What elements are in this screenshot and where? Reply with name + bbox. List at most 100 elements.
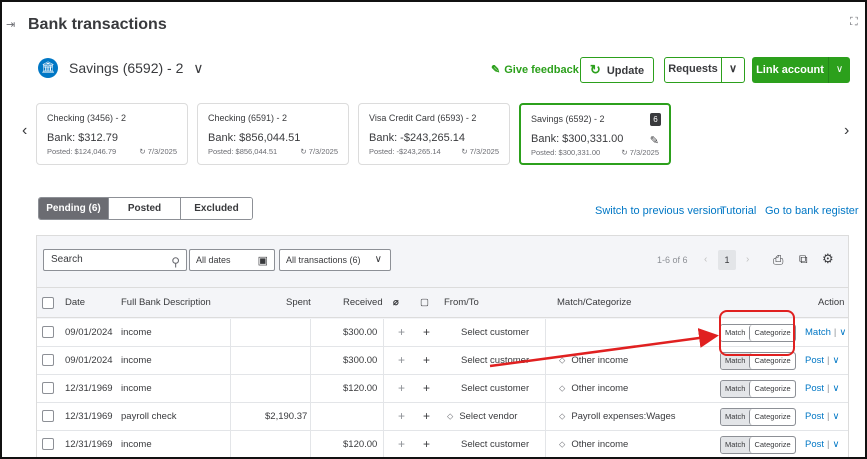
action-button[interactable]: Post <box>805 439 824 450</box>
header-date[interactable]: Date <box>65 297 85 308</box>
update-button[interactable]: ↻ Update <box>580 57 654 83</box>
match-toggle[interactable]: Match <box>721 409 750 425</box>
row-received: $120.00 <box>343 383 378 394</box>
account-selector[interactable]: Savings (6592) - 2 ∨ <box>69 60 204 77</box>
account-card-savings-6592[interactable]: Savings (6592) - 2 6 ✎ Bank: $300,331.00… <box>519 103 671 165</box>
tutorial-link[interactable]: Tutorial <box>720 205 756 217</box>
tab-pending[interactable]: Pending (6) <box>39 198 109 219</box>
card-name: Checking (6591) - 2 <box>208 113 288 123</box>
row-checkbox[interactable] <box>42 382 54 394</box>
row-spent: $2,190.37 <box>265 411 308 422</box>
categorize-toggle[interactable]: Categorize <box>749 437 795 453</box>
header-received[interactable]: Received <box>343 297 383 308</box>
header-description[interactable]: Full Bank Description <box>121 297 211 308</box>
categorize-toggle[interactable]: Categorize <box>749 409 795 425</box>
table-row[interactable]: 12/31/1969 income $120.00 + + Select cus… <box>37 431 848 457</box>
row-category[interactable]: ⬦ Payroll expenses:Wages <box>559 411 676 422</box>
row-from-to[interactable]: Select customer <box>461 439 529 450</box>
chevron-left-icon[interactable]: ‹ <box>22 122 27 140</box>
gear-icon[interactable]: ⚙ <box>822 251 834 267</box>
table-row[interactable]: 12/31/1969 payroll check $2,190.37 + + ⬦… <box>37 403 848 431</box>
row-date: 09/01/2024 <box>65 327 113 338</box>
row-description: income <box>121 439 152 450</box>
account-card-visa-6593[interactable]: Visa Credit Card (6593) - 2 Bank: -$243,… <box>358 103 510 165</box>
account-card-checking-3456[interactable]: Checking (3456) - 2 Bank: $312.79 Posted… <box>36 103 188 165</box>
add-comment-icon[interactable]: + <box>423 437 430 451</box>
add-attachment-icon[interactable]: + <box>398 381 405 395</box>
row-checkbox[interactable] <box>42 438 54 450</box>
bank-register-link[interactable]: Go to bank register <box>765 205 859 217</box>
add-attachment-icon[interactable]: + <box>398 325 405 339</box>
expand-icon[interactable]: ⛶ <box>850 16 858 29</box>
row-from-to[interactable]: Select customer <box>461 327 529 338</box>
chevron-down-icon[interactable]: ∨ <box>832 411 839 422</box>
requests-button[interactable]: Requests <box>664 57 722 83</box>
row-checkbox[interactable] <box>42 410 54 422</box>
tag-icon: ⬦ <box>559 411 566 421</box>
row-category[interactable]: ⬦ Other income <box>559 439 628 450</box>
chevron-right-icon[interactable]: › <box>746 254 749 265</box>
chevron-down-icon[interactable]: ∨ <box>839 327 846 338</box>
add-comment-icon[interactable]: + <box>423 353 430 367</box>
match-categorize-toggle: Match Categorize <box>720 436 796 454</box>
chevron-left-icon[interactable]: ‹ <box>704 254 707 265</box>
page-number[interactable]: 1 <box>718 250 736 270</box>
header-spent[interactable]: Spent <box>286 297 311 308</box>
match-toggle[interactable]: Match <box>721 381 750 397</box>
add-comment-icon[interactable]: + <box>423 409 430 423</box>
transaction-filter-select[interactable]: All transactions (6) ∨ <box>279 249 391 271</box>
row-from-to[interactable]: Select customer <box>461 355 529 366</box>
action-button[interactable]: Match <box>805 327 831 338</box>
pencil-icon[interactable]: ✎ <box>650 134 659 147</box>
categorize-toggle[interactable]: Categorize <box>749 381 795 397</box>
chevron-down-icon[interactable]: ∨ <box>832 439 839 450</box>
print-icon[interactable]: ⎙ <box>773 252 783 268</box>
tab-posted[interactable]: Posted <box>109 198 181 219</box>
action-button[interactable]: Post <box>805 355 824 366</box>
row-category[interactable]: ⬦ Other income <box>559 383 628 394</box>
row-category-label: Other income <box>571 383 629 394</box>
switch-version-link[interactable]: Switch to previous version <box>595 205 723 217</box>
header-match-categorize: Match/Categorize <box>557 297 632 308</box>
export-icon[interactable]: ⧉ <box>799 252 808 267</box>
card-date: 7/3/2025 <box>308 147 338 156</box>
row-category[interactable]: ⬦ Other income <box>559 355 628 366</box>
table-row[interactable]: 12/31/1969 income $120.00 + + Select cus… <box>37 375 848 403</box>
row-received: $300.00 <box>343 327 378 338</box>
row-checkbox[interactable] <box>42 354 54 366</box>
search-input[interactable]: Search ⚲ <box>43 249 187 271</box>
action-button[interactable]: Post <box>805 383 824 394</box>
add-comment-icon[interactable]: + <box>423 381 430 395</box>
card-bank-balance: Bank: $856,044.51 <box>208 132 301 144</box>
match-categorize-toggle: Match Categorize <box>720 408 796 426</box>
requests-dropdown-button[interactable]: ∨ <box>722 57 745 83</box>
add-comment-icon[interactable]: + <box>423 325 430 339</box>
row-from-to[interactable]: ⬦ Select vendor <box>447 411 517 422</box>
add-attachment-icon[interactable]: + <box>398 437 405 451</box>
add-attachment-icon[interactable]: + <box>398 353 405 367</box>
row-received: $300.00 <box>343 355 378 366</box>
link-account-dropdown-button[interactable]: ∨ <box>828 57 850 83</box>
tab-excluded[interactable]: Excluded <box>181 198 252 219</box>
link-account-button[interactable]: Link account <box>752 57 828 83</box>
chevron-down-icon[interactable]: ∨ <box>832 383 839 394</box>
refresh-icon: ↻ <box>589 62 601 77</box>
header-from-to: From/To <box>444 297 479 308</box>
date-filter-select[interactable]: All dates ▣ <box>189 249 275 271</box>
action-button[interactable]: Post <box>805 411 824 422</box>
chevron-down-icon[interactable]: ∨ <box>832 355 839 366</box>
pager-range: 1-6 of 6 <box>657 255 688 265</box>
row-date: 09/01/2024 <box>65 355 113 366</box>
chevron-right-icon[interactable]: › <box>844 122 849 140</box>
collapse-sidebar-icon[interactable]: ⇥ <box>6 18 15 31</box>
row-date: 12/31/1969 <box>65 411 113 422</box>
give-feedback-link[interactable]: ✎ Give feedback <box>491 63 579 76</box>
row-checkbox[interactable] <box>42 326 54 338</box>
row-from-to[interactable]: Select customer <box>461 383 529 394</box>
add-attachment-icon[interactable]: + <box>398 409 405 423</box>
chevron-down-icon: ∨ <box>728 63 738 75</box>
select-all-checkbox[interactable] <box>42 297 54 309</box>
account-card-checking-6591[interactable]: Checking (6591) - 2 Bank: $856,044.51 Po… <box>197 103 349 165</box>
match-toggle[interactable]: Match <box>721 437 750 453</box>
row-description: income <box>121 355 152 366</box>
